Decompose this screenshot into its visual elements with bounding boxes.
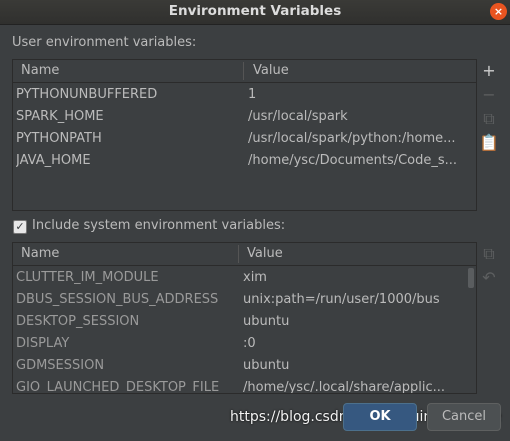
copy-icon[interactable]: ⧉ xyxy=(478,243,500,265)
variable-name-cell[interactable]: DESKTOP_SESSION xyxy=(16,314,238,329)
column-header-name[interactable]: Name xyxy=(21,246,59,261)
include-system-checkbox[interactable]: ✓ xyxy=(13,220,27,234)
column-header-value[interactable]: Value xyxy=(253,63,289,78)
system-variable-row[interactable]: DISPLAY :0 xyxy=(13,333,476,355)
variable-value-cell[interactable]: xim xyxy=(243,270,465,285)
variable-name-cell[interactable]: CLUTTER_IM_MODULE xyxy=(16,270,238,285)
add-icon[interactable]: + xyxy=(478,60,500,82)
system-variable-row[interactable]: GIO_LAUNCHED_DESKTOP_FILE/home/ysc/.loca… xyxy=(13,377,476,393)
variable-name-cell[interactable]: DBUS_SESSION_BUS_ADDRESS xyxy=(16,292,238,307)
system-variables-table[interactable]: Name Value CLUTTER_IM_MODULE xim DBUS_SESS… xyxy=(12,242,477,394)
system-table-header: Name Value xyxy=(13,243,476,266)
title-bar: Environment Variables × xyxy=(0,0,510,25)
system-variable-row[interactable]: GDMSESSION ubuntu xyxy=(13,355,476,377)
paste-icon[interactable]: 📋 xyxy=(478,132,500,154)
variable-value-cell[interactable]: /usr/local/spark/python:/home... xyxy=(248,131,474,146)
cancel-button[interactable]: Cancel xyxy=(427,403,501,431)
variable-name-cell[interactable]: PYTHONUNBUFFERED xyxy=(16,87,241,102)
variable-name-cell[interactable]: GIO_LAUNCHED_DESKTOP_FILE xyxy=(16,380,238,393)
variable-value-cell[interactable]: :0 xyxy=(243,336,465,351)
variable-value-cell[interactable]: unix:path=/run/user/1000/bus xyxy=(243,292,465,307)
include-system-label[interactable]: Include system environment variables: xyxy=(32,218,285,233)
user-variables-label: User environment variables: xyxy=(12,35,197,50)
variable-name-cell[interactable]: DISPLAY xyxy=(16,336,238,351)
variable-name-cell[interactable]: GDMSESSION xyxy=(16,358,238,373)
variable-name-cell[interactable]: SPARK_HOME xyxy=(16,109,241,124)
system-variable-row[interactable]: DESKTOP_SESSION ubuntu xyxy=(13,311,476,333)
variable-value-cell[interactable]: ubuntu xyxy=(243,314,465,329)
user-variables-table[interactable]: Name Value PYTHONUNBUFFERED 1 SPARK_HOME/u… xyxy=(12,59,477,211)
system-variable-row[interactable]: CLUTTER_IM_MODULE xim xyxy=(13,267,476,289)
window-title: Environment Variables xyxy=(168,3,342,19)
user-variable-row[interactable]: PYTHONUNBUFFERED 1 xyxy=(13,84,476,106)
variable-name-cell[interactable]: PYTHONPATH xyxy=(16,131,241,146)
column-header-name[interactable]: Name xyxy=(21,63,59,78)
system-variable-row[interactable]: DBUS_SESSION_BUS_ADDRESS unix:path=/run/u… xyxy=(13,289,476,311)
variable-value-cell[interactable]: 1 xyxy=(248,87,474,102)
variable-value-cell[interactable]: /usr/local/spark xyxy=(248,109,474,124)
variable-value-cell[interactable]: /home/ysc/Documents/Code_s... xyxy=(248,153,474,168)
user-variable-row[interactable]: JAVA_HOME/home/ysc/Documents/Code_s... xyxy=(13,150,476,172)
copy-icon[interactable]: ⧉ xyxy=(478,108,500,130)
column-divider[interactable] xyxy=(238,245,239,263)
ok-button[interactable]: OK xyxy=(343,403,417,431)
column-divider[interactable] xyxy=(243,62,244,80)
variable-value-cell[interactable]: /home/ysc/.local/share/applic... xyxy=(243,380,465,393)
close-button[interactable]: × xyxy=(490,3,507,20)
user-table-header: Name Value xyxy=(13,60,476,83)
variable-name-cell[interactable]: JAVA_HOME xyxy=(16,153,241,168)
undo-icon[interactable]: ↶ xyxy=(478,267,500,289)
user-variable-row[interactable]: PYTHONPATH/usr/local/spark/python:/home.… xyxy=(13,128,476,150)
variable-value-cell[interactable]: ubuntu xyxy=(243,358,465,373)
column-header-value[interactable]: Value xyxy=(247,246,283,261)
user-variable-row[interactable]: SPARK_HOME/usr/local/spark xyxy=(13,106,476,128)
remove-icon[interactable]: − xyxy=(478,84,500,106)
